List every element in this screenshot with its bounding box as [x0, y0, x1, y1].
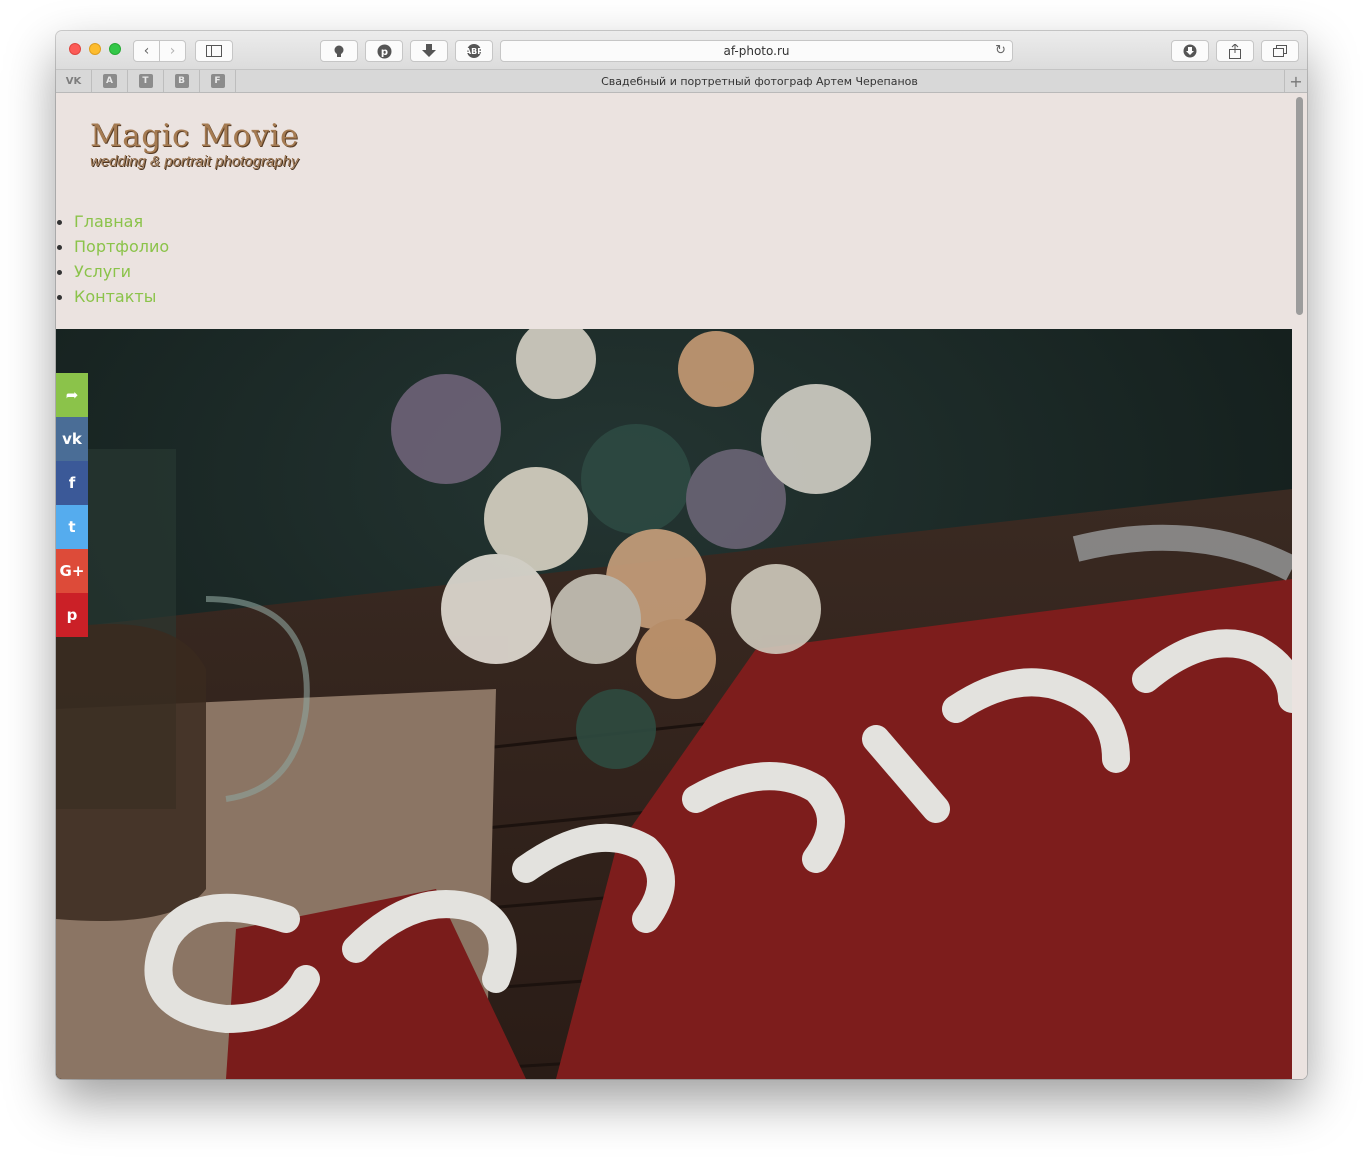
vk-icon: VK: [65, 75, 82, 87]
close-window-button[interactable]: [69, 43, 81, 55]
history-nav: ‹ ›: [133, 40, 186, 62]
download-extension-button[interactable]: [410, 40, 448, 62]
logo-title: Magic Movie: [90, 118, 299, 154]
sidebar-toggle-button[interactable]: [195, 40, 233, 62]
share-icon: [1229, 43, 1241, 59]
menu-link-portfolio[interactable]: Портфолио: [74, 237, 169, 256]
bookmarks-bar: VK A T B F Свадебный и портретный фотогр…: [56, 70, 1307, 93]
new-tab-button[interactable]: +: [1284, 70, 1307, 92]
main-menu: Главная Портфолио Услуги Контакты: [56, 209, 169, 309]
address-bar[interactable]: af-photo.ru ↻: [500, 40, 1013, 62]
page-scrollbar[interactable]: [1292, 93, 1307, 1079]
bookmark-b-icon: B: [174, 74, 189, 88]
hero-photo: [56, 329, 1292, 1079]
share-vk-button[interactable]: vk: [56, 417, 88, 461]
tab-title[interactable]: Свадебный и портретный фотограф Артем Че…: [236, 70, 1283, 92]
google-plus-icon: G+: [59, 562, 85, 580]
lightbulb-extension-button[interactable]: [320, 40, 358, 62]
url-text: af-photo.ru: [723, 44, 790, 58]
pinterest-icon: p: [66, 606, 78, 624]
bookmark-b[interactable]: B: [164, 70, 200, 92]
bookmark-t-icon: T: [138, 74, 153, 88]
web-page: Magic Movie wedding & portrait photograp…: [56, 93, 1307, 1079]
bookmark-a-icon: A: [102, 74, 117, 88]
facebook-icon: f: [68, 474, 76, 492]
bookmark-t[interactable]: T: [128, 70, 164, 92]
bookmark-f-icon: F: [210, 74, 225, 88]
share-google-plus-button[interactable]: G+: [56, 549, 88, 593]
menu-item-services: Услуги: [56, 259, 169, 284]
menu-item-home: Главная: [56, 209, 169, 234]
sidebar-icon: [206, 45, 222, 57]
menu-link-home[interactable]: Главная: [74, 212, 143, 231]
downloads-button[interactable]: [1171, 40, 1209, 62]
maximize-window-button[interactable]: [109, 43, 121, 55]
browser-toolbar: ‹ › p ABP af-photo.ru ↻: [56, 31, 1307, 70]
menu-link-contacts[interactable]: Контакты: [74, 287, 156, 306]
bookmark-vk[interactable]: VK: [56, 70, 92, 92]
share-twitter-button[interactable]: t: [56, 505, 88, 549]
pinterest-icon: p: [377, 44, 391, 58]
lightbulb-icon: [334, 45, 344, 57]
adblock-icon: ABP: [465, 44, 483, 58]
menu-item-contacts: Контакты: [56, 284, 169, 309]
share-pinterest-button[interactable]: p: [56, 593, 88, 637]
menu-item-portfolio: Портфолио: [56, 234, 169, 259]
tabs-icon: [1273, 44, 1287, 57]
social-share-bar: ➦ vk f t G+ p: [56, 373, 88, 637]
adblock-button[interactable]: ABP: [455, 40, 493, 62]
tabs-overview-button[interactable]: [1261, 40, 1299, 62]
forward-button[interactable]: ›: [159, 41, 185, 61]
share-arrow-icon: ➦: [65, 386, 79, 404]
scrollbar-thumb[interactable]: [1296, 97, 1303, 315]
twitter-icon: t: [68, 518, 76, 536]
browser-window: ‹ › p ABP af-photo.ru ↻ VK A T B F Сваде…: [56, 31, 1307, 1079]
download-arrow-icon: [422, 44, 436, 57]
wedding-table-photo: [56, 329, 1292, 1079]
back-button[interactable]: ‹: [134, 41, 159, 61]
site-logo[interactable]: Magic Movie wedding & portrait photograp…: [90, 119, 299, 171]
bookmark-a[interactable]: A: [92, 70, 128, 92]
share-facebook-button[interactable]: f: [56, 461, 88, 505]
share-main-button[interactable]: ➦: [56, 373, 88, 417]
bookmark-f[interactable]: F: [200, 70, 236, 92]
vk-icon: vk: [62, 430, 82, 448]
pinterest-extension-button[interactable]: p: [365, 40, 403, 62]
download-circle-icon: [1183, 44, 1197, 58]
share-button[interactable]: [1216, 40, 1254, 62]
logo-subtitle: wedding & portrait photography: [90, 153, 299, 170]
menu-link-services[interactable]: Услуги: [74, 262, 131, 281]
svg-text:p: p: [380, 47, 387, 58]
reload-icon[interactable]: ↻: [995, 43, 1006, 58]
minimize-window-button[interactable]: [89, 43, 101, 55]
